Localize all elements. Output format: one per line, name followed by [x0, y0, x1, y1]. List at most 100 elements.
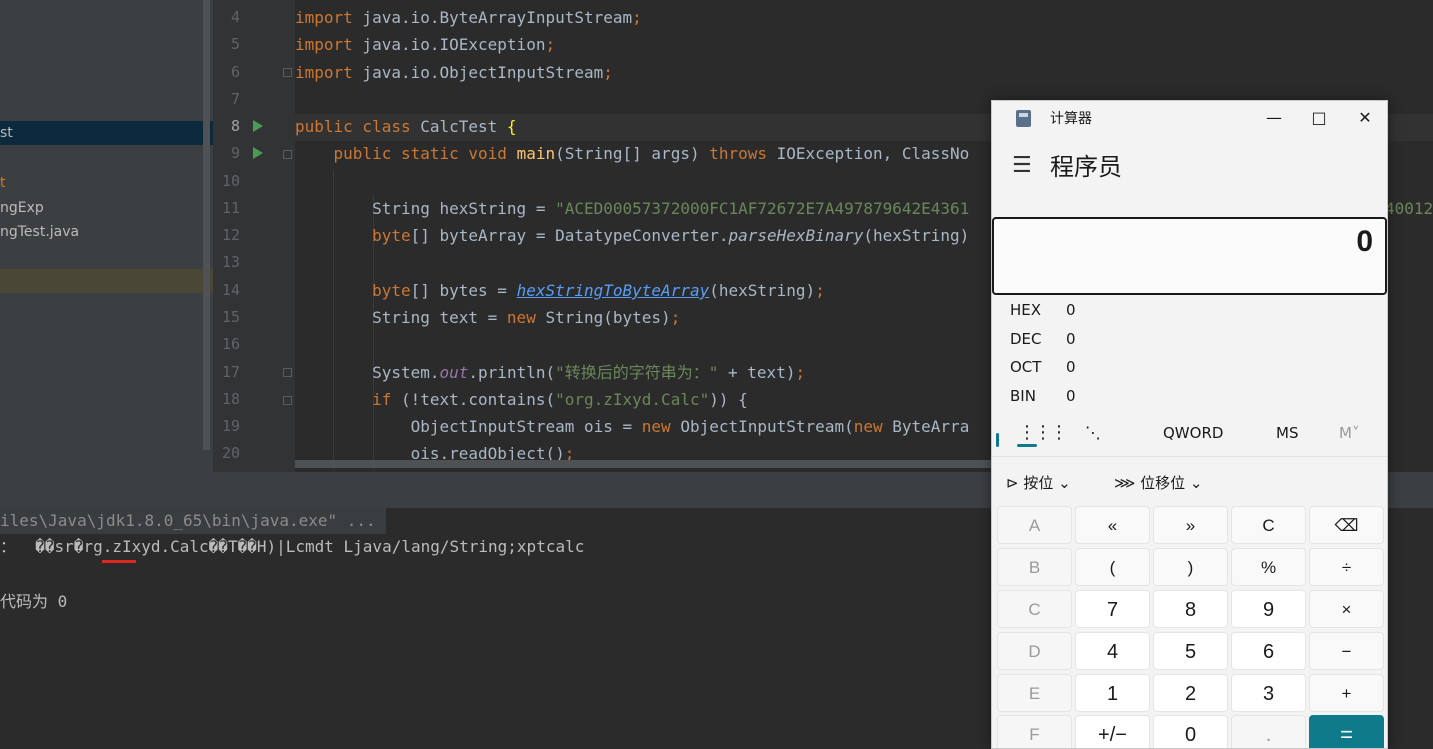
key-0[interactable]: 0: [1153, 715, 1228, 748]
editor-horizontal-scrollbar[interactable]: [295, 460, 995, 468]
calculator-titlebar[interactable]: 计算器 — □ ✕: [992, 101, 1387, 135]
console-output-line: ： ��sr�rg.zIxyd.Calc��T��H)|Lcmdt Ljava/…: [0, 537, 585, 556]
key-8[interactable]: 8: [1153, 590, 1228, 628]
shift-right-button[interactable]: »: [1153, 506, 1228, 544]
line-number: 14: [221, 281, 240, 299]
mode-title: 程序员: [1050, 153, 1122, 181]
code-line-6: import java.io.ObjectInputStream;: [295, 63, 613, 82]
line-number: 7: [230, 90, 240, 108]
code-line-4: import java.io.ByteArrayInputStream;: [295, 8, 642, 27]
tree-item-highlighted[interactable]: [0, 269, 213, 293]
console-command-line: iles\Java\jdk1.8.0_65\bin\java.exe" ...: [0, 508, 386, 534]
run-main-icon[interactable]: [253, 147, 263, 159]
red-annotation-underline: [102, 560, 136, 563]
line-number: 9: [230, 144, 240, 162]
full-keypad-icon[interactable]: ⋮⋮⋮: [1018, 419, 1068, 447]
radix-dec[interactable]: DEC 0: [1010, 325, 1076, 353]
line-number: 11: [221, 199, 240, 217]
radix-oct[interactable]: OCT 0: [1010, 353, 1076, 381]
fold-icon[interactable]: [283, 396, 292, 405]
menu-icon[interactable]: ☰: [1012, 153, 1032, 178]
plus-button[interactable]: +: [1309, 674, 1384, 712]
minimize-button[interactable]: —: [1259, 105, 1289, 131]
key-7[interactable]: 7: [1075, 590, 1150, 628]
tree-item-label: t: [0, 175, 6, 191]
separator: [992, 456, 1387, 457]
bitwise-dropdown[interactable]: ⊳ 按位 ⌄: [1006, 469, 1071, 497]
close-button[interactable]: ✕: [1350, 105, 1380, 131]
backspace-button[interactable]: ⌫: [1309, 506, 1384, 544]
panel-scrollbar[interactable]: [203, 0, 210, 450]
tree-item[interactable]: t: [0, 171, 213, 195]
calculator-display: 0: [992, 217, 1387, 295]
key-1[interactable]: 1: [1075, 674, 1150, 712]
tree-item[interactable]: ngExp: [0, 196, 213, 220]
line-number: 18: [221, 390, 240, 408]
display-value: 0: [1356, 225, 1373, 258]
calculator-window[interactable]: 计算器 — □ ✕ ☰ 程序员 0 HEX 0 DEC 0 OCT 0 BIN 0 ⋮⋮…: [991, 100, 1388, 749]
equals-button[interactable]: =: [1309, 715, 1384, 748]
bitwise-icon: ⊳: [1006, 474, 1019, 492]
tree-item-label: ngExp: [0, 200, 44, 216]
divide-button[interactable]: ÷: [1309, 548, 1384, 586]
fold-icon[interactable]: [283, 150, 292, 159]
line-number: 19: [221, 417, 240, 435]
percent-button[interactable]: %: [1231, 548, 1306, 586]
code-line-12: byte[] byteArray = DatatypeConverter.par…: [372, 226, 970, 245]
code-line-8: public class CalcTest {: [295, 117, 517, 136]
key-3[interactable]: 3: [1231, 674, 1306, 712]
close-paren-button[interactable]: ): [1153, 548, 1228, 586]
code-line-17: System.out.println("转换后的字符串为：" + text);: [295, 363, 806, 382]
radix-bin[interactable]: BIN 0: [1010, 382, 1076, 410]
line-number: 20: [221, 444, 240, 462]
code-line-11: String hexString = "ACED00057372000FC1AF…: [295, 199, 970, 218]
key-6[interactable]: 6: [1231, 632, 1306, 670]
tree-item-selected[interactable]: st: [0, 121, 213, 145]
selected-radix-indicator: [996, 433, 999, 447]
open-paren-button[interactable]: (: [1075, 548, 1150, 586]
negate-button[interactable]: +/−: [1075, 715, 1150, 748]
console-exit-line: 代码为 0: [0, 592, 68, 611]
code-line-14: byte[] bytes = hexStringToByteArray(hexS…: [372, 281, 825, 300]
line-number: 8: [230, 117, 240, 135]
fold-icon[interactable]: [283, 68, 292, 77]
window-title: 计算器: [1050, 111, 1092, 127]
line-number: 5: [230, 35, 240, 53]
minus-button[interactable]: −: [1309, 632, 1384, 670]
chevron-down-icon: ⌄: [1189, 474, 1203, 492]
decimal-button[interactable]: .: [1231, 715, 1306, 748]
word-size-button[interactable]: QWORD: [1163, 419, 1223, 447]
bit-toggle-keypad-icon[interactable]: ⋱: [1085, 419, 1101, 447]
line-number: 15: [221, 308, 240, 326]
code-line-9: public static void main(String[] args) t…: [295, 144, 970, 163]
line-number: 13: [221, 253, 240, 271]
key-2[interactable]: 2: [1153, 674, 1228, 712]
chevron-down-icon: ⌄: [1058, 474, 1071, 492]
line-number: 4: [230, 8, 240, 26]
memory-store-button[interactable]: MS: [1276, 419, 1298, 447]
key-5[interactable]: 5: [1153, 632, 1228, 670]
fold-icon[interactable]: [283, 368, 292, 377]
maximize-button[interactable]: □: [1304, 105, 1334, 131]
line-number: 12: [221, 226, 240, 244]
key-9[interactable]: 9: [1231, 590, 1306, 628]
line-number: 17: [221, 363, 240, 381]
run-class-icon[interactable]: [253, 120, 263, 132]
key-d[interactable]: D: [997, 632, 1072, 670]
tree-item[interactable]: ngTest.java: [0, 220, 213, 244]
multiply-button[interactable]: ×: [1309, 590, 1384, 628]
key-a[interactable]: A: [997, 506, 1072, 544]
code-line-15: String text = new String(bytes);: [295, 308, 681, 327]
memory-dropdown-button[interactable]: M˅: [1339, 419, 1359, 447]
code-line-18: if (!text.contains("org.zIxyd.Calc")) {: [372, 390, 748, 409]
bitshift-dropdown[interactable]: ⋙ 位移位 ⌄: [1114, 469, 1203, 497]
key-b[interactable]: B: [997, 548, 1072, 586]
radix-hex[interactable]: HEX 0: [1010, 296, 1076, 324]
key-4[interactable]: 4: [1075, 632, 1150, 670]
shift-left-button[interactable]: «: [1075, 506, 1150, 544]
clear-button[interactable]: C: [1231, 506, 1306, 544]
key-e[interactable]: E: [997, 674, 1072, 712]
key-f[interactable]: F: [997, 715, 1072, 748]
active-tab-indicator: [1017, 444, 1037, 447]
key-c[interactable]: C: [997, 590, 1072, 628]
